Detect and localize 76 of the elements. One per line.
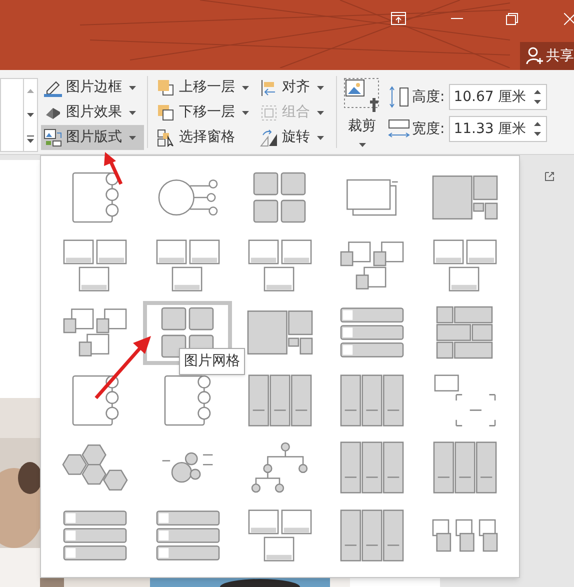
spinner-icon[interactable]: [534, 90, 541, 104]
pen-icon: [44, 78, 62, 96]
layout-icon: [340, 374, 404, 427]
field-label: 宽度:: [412, 120, 445, 138]
restore-icon[interactable]: [506, 13, 518, 25]
ribbon-button[interactable]: 对齐: [257, 75, 333, 100]
selection-pane-icon: [157, 128, 175, 146]
layout-icon: [340, 441, 404, 494]
annotation-arrow: [102, 150, 124, 186]
caret-icon: [317, 86, 324, 90]
ribbon-button[interactable]: 图片效果: [41, 100, 144, 125]
dialog-launcher-icon[interactable]: [545, 172, 554, 181]
layout-icon: [72, 374, 119, 426]
height-icon: [388, 86, 410, 108]
ribbon-button[interactable]: 选择窗格: [154, 125, 257, 150]
caret-icon: [242, 110, 249, 114]
layout-icon: [161, 452, 214, 484]
caret-icon: [129, 110, 136, 114]
layout-icon: [62, 444, 128, 492]
close-icon[interactable]: [564, 13, 574, 25]
ribbon-button[interactable]: 旋转: [257, 125, 333, 150]
caret-icon: [129, 136, 136, 140]
group-icon: [260, 104, 278, 122]
caret-icon: [317, 110, 324, 114]
send-backward-icon: [157, 104, 175, 122]
share-button[interactable]: 共享: [520, 42, 574, 70]
layout-icon: [432, 441, 497, 494]
layout-icon: [432, 518, 498, 552]
field-label: 高度:: [412, 88, 445, 106]
ribbon-button[interactable]: 上移一层: [154, 75, 257, 100]
width-icon: [388, 118, 410, 140]
layout-icon: [253, 172, 306, 224]
ribbon-button[interactable]: 图片边框: [41, 75, 144, 100]
layout-icon: [436, 306, 494, 360]
layout-icon: [246, 310, 313, 356]
layout-icon: [340, 508, 404, 562]
caret-icon: [317, 136, 324, 140]
rotate-icon: [260, 128, 278, 146]
bring-forward-icon: [157, 78, 175, 96]
caret-icon: [242, 86, 249, 90]
caret-icon: [358, 143, 366, 147]
layout-icon: [72, 172, 119, 224]
ribbon-button[interactable]: 图片版式: [41, 125, 144, 150]
expand-gallery-icon[interactable]: [27, 135, 34, 143]
layout-icon: [434, 374, 496, 427]
layout-icon: [248, 508, 312, 562]
layout-icon: [63, 510, 128, 561]
layout-icon: [432, 175, 498, 220]
layout-icon: [63, 308, 128, 358]
layout-icon: [63, 238, 128, 292]
layout-icon: [346, 179, 399, 216]
annotation-arrow: [93, 333, 153, 401]
layout-icon: [432, 238, 497, 292]
layout-icon: [340, 307, 404, 358]
layout-icon: [251, 442, 308, 494]
layout-icon: [156, 510, 220, 561]
align-icon: [260, 78, 278, 96]
layout-icon: [340, 240, 404, 290]
layout-icon: [156, 238, 220, 292]
scroll-up-icon[interactable]: [27, 89, 34, 93]
layout-icon: [248, 238, 312, 292]
crop-icon: [344, 78, 380, 114]
tooltip: 图片网格: [179, 348, 245, 375]
caret-icon: [129, 86, 136, 90]
picture-layout-icon: [44, 128, 62, 146]
number-field[interactable]: 10.67 厘米: [448, 84, 547, 110]
ribbon-display-icon[interactable]: [391, 12, 406, 25]
layout-icon: [158, 179, 218, 216]
ribbon-button[interactable]: 下移一层: [154, 100, 257, 125]
spinner-icon[interactable]: [534, 122, 541, 136]
crop-button[interactable]: 裁剪: [340, 70, 384, 154]
number-field[interactable]: 11.33 厘米: [448, 116, 547, 142]
add-person-icon: [526, 47, 544, 65]
layout-icon: [248, 374, 312, 427]
layout-icon: [164, 374, 212, 426]
scroll-down-icon[interactable]: [27, 113, 34, 117]
